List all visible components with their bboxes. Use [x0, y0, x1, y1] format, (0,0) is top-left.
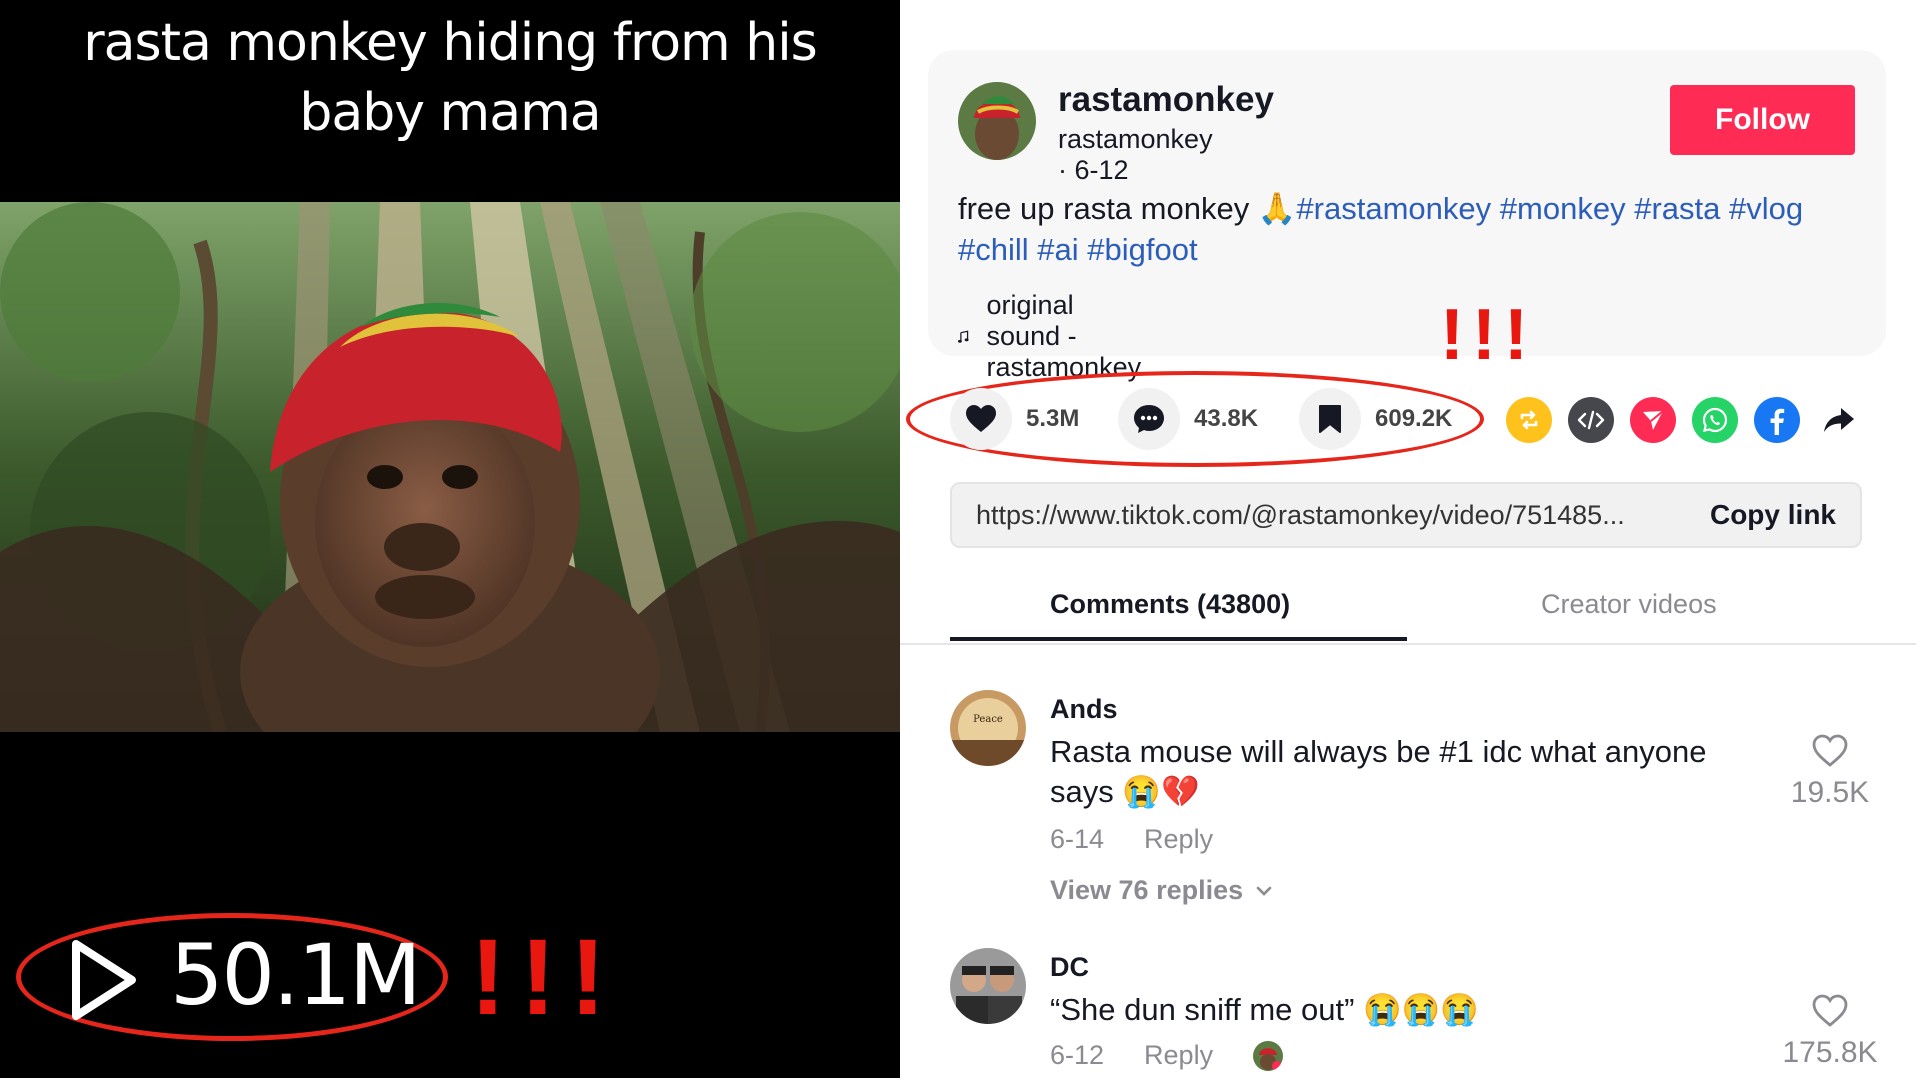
music-note-icon: [958, 329, 969, 343]
tab-comments[interactable]: Comments (43800): [1050, 589, 1290, 620]
description-text: free up rasta monkey: [958, 191, 1250, 226]
comment-date: 6-12: [1050, 1040, 1105, 1070]
comment-meta: 6-14 Reply: [1050, 824, 1213, 855]
comment-text: Rasta mouse will always be #1 idc what a…: [1050, 734, 1707, 809]
comment-item: DC “She dun sniff me out” 😭😭😭 6-12 Reply…: [950, 948, 1880, 1078]
play-icon: [72, 940, 136, 1020]
video-url[interactable]: https://www.tiktok.com/@rastamonkey/vide…: [976, 500, 1690, 531]
chevron-down-icon: [1256, 886, 1272, 896]
copy-link-button[interactable]: Copy link: [1710, 499, 1836, 531]
link-bar: https://www.tiktok.com/@rastamonkey/vide…: [950, 482, 1862, 548]
hashtag[interactable]: #bigfoot: [1087, 232, 1197, 267]
play-count: 50.1M: [170, 926, 422, 1024]
comment-like-count: 175.8K: [1782, 1036, 1878, 1069]
heart-outline-icon: [1812, 734, 1848, 767]
video-caption: rasta monkey hiding from his baby mama: [0, 8, 900, 148]
video-player[interactable]: rasta monkey hiding from his baby mama 5…: [0, 0, 900, 1078]
save-button[interactable]: [1299, 388, 1361, 450]
view-replies-button[interactable]: View 76 replies: [1050, 875, 1273, 906]
comment-like[interactable]: 19.5K: [1780, 734, 1880, 810]
hashtag[interactable]: #rasta: [1634, 191, 1720, 226]
reply-button[interactable]: Reply: [1144, 1040, 1213, 1071]
like-button[interactable]: [950, 388, 1012, 450]
author-subline: rastamonkey · 6-12: [1058, 124, 1213, 186]
prayer-emoji: 🙏: [1257, 191, 1297, 226]
like-count: 5.3M: [1026, 405, 1080, 432]
comment-like-count: 19.5K: [1790, 776, 1870, 809]
svg-text:Peace: Peace: [973, 714, 1003, 725]
annotation-exclamation-small: !!!: [1440, 295, 1536, 375]
comment-action[interactable]: 43.8K: [1118, 388, 1258, 450]
whatsapp-icon[interactable]: [1692, 397, 1738, 443]
author-handle[interactable]: rastamonkey: [1058, 124, 1213, 154]
sound-link[interactable]: original sound - rastamonkey: [958, 290, 1153, 383]
creator-liked-avatar: [1253, 1040, 1284, 1071]
post-date: 6-12: [1074, 155, 1129, 185]
comment-bubble-icon: [1134, 405, 1164, 433]
comment-text: “She dun sniff me out” 😭😭😭: [1050, 992, 1479, 1027]
reply-button[interactable]: Reply: [1144, 824, 1213, 855]
comment-like[interactable]: 175.8K: [1780, 994, 1880, 1070]
embed-icon[interactable]: [1568, 397, 1614, 443]
commenter-avatar[interactable]: [950, 948, 1026, 1024]
save-count: 609.2K: [1375, 405, 1453, 432]
caption-line-1: rasta monkey hiding from his: [83, 13, 818, 73]
facebook-icon[interactable]: [1754, 397, 1800, 443]
caption-line-2: baby mama: [299, 83, 601, 143]
save-action[interactable]: 609.2K: [1299, 388, 1452, 450]
post-description: free up rasta monkey 🙏#rastamonkey #monk…: [958, 188, 1858, 270]
like-action[interactable]: 5.3M: [950, 388, 1079, 450]
tab-creator-videos[interactable]: Creator videos: [1541, 589, 1717, 620]
repost-icon[interactable]: [1506, 397, 1552, 443]
heart-outline-icon: [1812, 994, 1848, 1027]
share-arrow-icon[interactable]: [1816, 397, 1862, 443]
comment-item: Peace Ands Rasta mouse will always be #1…: [950, 690, 1880, 930]
subline-separator: ·: [1058, 155, 1075, 185]
view-replies-label: View 76 replies: [1050, 875, 1244, 905]
video-frame-image: [0, 202, 900, 732]
comment-count: 43.8K: [1194, 405, 1259, 432]
hashtag[interactable]: #monkey: [1500, 191, 1626, 226]
comment-meta: 6-12 Reply: [1050, 1040, 1284, 1071]
active-tab-indicator: [950, 637, 1407, 641]
follow-button[interactable]: Follow: [1670, 85, 1855, 155]
tab-bar: Comments (43800) Creator videos: [900, 575, 1916, 645]
sound-name: original sound - rastamonkey: [986, 290, 1142, 382]
author-avatar[interactable]: [958, 82, 1036, 160]
commenter-name[interactable]: DC: [1050, 952, 1089, 983]
comment-date: 6-14: [1050, 824, 1105, 854]
heart-icon: [966, 405, 996, 432]
commenter-avatar[interactable]: Peace: [950, 690, 1026, 766]
commenter-name[interactable]: Ands: [1050, 694, 1118, 725]
bookmark-icon: [1319, 405, 1341, 433]
annotation-exclamation: !!!: [470, 916, 620, 1037]
hashtag[interactable]: #ai: [1037, 232, 1078, 267]
hashtag[interactable]: #chill: [958, 232, 1029, 267]
send-icon[interactable]: [1630, 397, 1676, 443]
hashtag[interactable]: #vlog: [1729, 191, 1803, 226]
hashtag[interactable]: #rastamonkey: [1296, 191, 1491, 226]
author-display-name[interactable]: rastamonkey: [1058, 80, 1274, 120]
comment-button[interactable]: [1118, 388, 1180, 450]
